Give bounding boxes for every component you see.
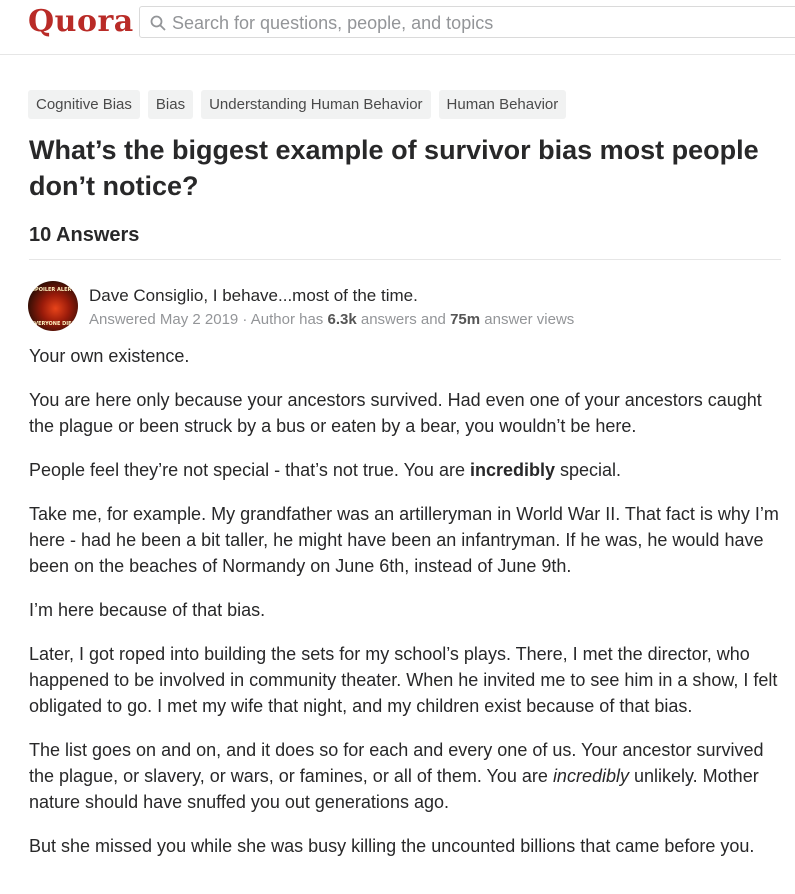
answer-paragraph: I’m here because of that bias. [29, 600, 266, 620]
views-label: answer views [480, 311, 575, 328]
answer-paragraph: But she missed you while she was busy ki… [29, 836, 755, 856]
answer-body: Your own existence. You are here only be… [29, 343, 789, 859]
search-bar[interactable]: Search for questions, people, and topics [139, 6, 795, 38]
answers-label: answers and [356, 311, 451, 328]
topic-tags: Cognitive Bias Bias Understanding Human … [28, 90, 567, 119]
answer-paragraph: You are here only because your ancestors… [29, 390, 762, 436]
author-views-count: 75m [450, 311, 481, 328]
italic-emphasis: incredibly [552, 766, 629, 786]
answer-paragraph: Take me, for example. My grandfather was… [29, 504, 779, 576]
quora-logo[interactable]: Quora [28, 4, 134, 39]
topic-tag-cognitive-bias[interactable]: Cognitive Bias [28, 90, 140, 119]
topic-tag-human-behavior[interactable]: Human Behavior [438, 90, 567, 119]
search-placeholder[interactable]: Search for questions, people, and topics [172, 13, 493, 34]
divider [29, 259, 781, 260]
author-credential: Dave Consiglio, I behave...most of the t… [89, 286, 418, 306]
avatar-text-top: SPOILER ALERT [31, 287, 75, 293]
answer-paragraph: Your own existence. [29, 346, 190, 366]
author-answers-count: 6.3k [327, 311, 357, 328]
answered-date[interactable]: Answered May 2 2019 · Author has [89, 311, 327, 328]
answer-paragraph: People feel they’re not special - that’s… [29, 457, 789, 483]
paragraph-text: People feel they’re not special - that’s… [29, 460, 470, 480]
bold-emphasis: incredibly [469, 460, 555, 480]
answer-count: 10 Answers [29, 224, 140, 246]
avatar[interactable]: SPOILER ALERT EVERYONE DIES [28, 281, 78, 331]
answer-paragraph: The list goes on and on, and it does so … [29, 737, 789, 815]
answer-meta: Answered May 2 2019 · Author has 6.3k an… [89, 311, 574, 328]
top-header: Quora Search for questions, people, and … [0, 0, 795, 55]
paragraph-text: special. [555, 460, 622, 480]
answer-paragraph: Later, I got roped into building the set… [29, 644, 778, 716]
topic-tag-bias[interactable]: Bias [147, 90, 194, 119]
question-title[interactable]: What’s the biggest example of survivor b… [29, 132, 769, 204]
avatar-text-bottom: EVERYONE DIES [30, 321, 76, 327]
author-name-link[interactable]: Dave Consiglio, I behave...most of the t… [89, 286, 418, 305]
topic-tag-understanding-human-behavior[interactable]: Understanding Human Behavior [201, 90, 431, 119]
search-icon [150, 15, 166, 31]
